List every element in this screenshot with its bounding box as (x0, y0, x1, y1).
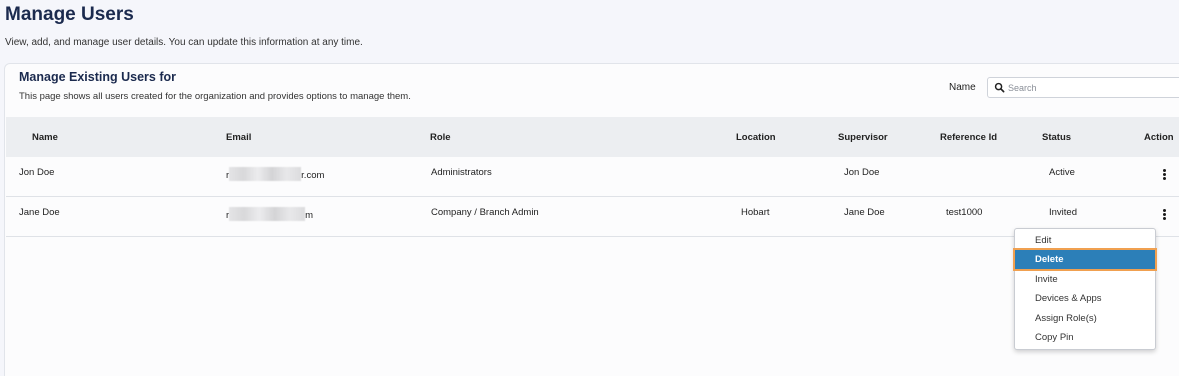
more-actions-icon[interactable] (1159, 169, 1169, 183)
search-icon (994, 82, 1005, 93)
cell-supervisor: Jon Doe (844, 167, 880, 178)
menu-item-devices-apps[interactable]: Devices & Apps (1015, 289, 1155, 308)
column-header-reference-id[interactable]: Reference Id (940, 132, 997, 143)
email-suffix: r.com (301, 170, 325, 181)
column-header-supervisor[interactable]: Supervisor (838, 132, 888, 143)
redacted-block (229, 167, 302, 181)
column-header-email[interactable]: Email (226, 132, 251, 143)
menu-item-assign-roles[interactable]: Assign Role(s) (1015, 309, 1155, 328)
cell-email: r r.com (226, 167, 324, 181)
email-suffix: m (305, 210, 314, 221)
menu-item-copy-pin[interactable]: Copy Pin (1015, 328, 1155, 347)
column-header-role[interactable]: Role (430, 132, 451, 143)
cell-name: Jane Doe (19, 207, 60, 218)
cell-name: Jon Doe (19, 167, 55, 178)
users-card: Manage Existing Users for This page show… (4, 63, 1179, 376)
cell-location: Hobart (741, 207, 770, 218)
card-description: This page shows all users created for th… (19, 91, 411, 102)
redacted-block (229, 207, 306, 221)
card-title: Manage Existing Users for (19, 70, 176, 84)
cell-role: Company / Branch Admin (431, 207, 539, 218)
column-header-action: Action (1144, 132, 1174, 143)
column-header-name[interactable]: Name (32, 132, 58, 143)
menu-item-delete[interactable]: Delete (1013, 248, 1157, 271)
more-actions-icon[interactable] (1159, 209, 1169, 223)
table-row: Jane Doe rm Company / Branch Admin Hobar… (6, 197, 1179, 237)
action-menu: Edit Delete Invite Devices & Apps Assign… (1013, 228, 1157, 350)
column-header-location[interactable]: Location (736, 132, 776, 143)
table-header: Name Email Role Location Supervisor Refe… (6, 117, 1179, 157)
page-title: Manage Users (5, 4, 134, 25)
column-header-status[interactable]: Status (1042, 132, 1071, 143)
search-label: Name (949, 82, 976, 93)
cell-status: Invited (1049, 207, 1077, 218)
menu-item-invite[interactable]: Invite (1015, 270, 1155, 289)
page-subtitle: View, add, and manage user details. You … (5, 37, 363, 48)
cell-role: Administrators (431, 167, 492, 178)
cell-supervisor: Jane Doe (844, 207, 885, 218)
search-box[interactable] (987, 77, 1179, 98)
cell-reference-id: test1000 (946, 207, 983, 218)
table-row: Jon Doe r r.com Administrators Jon Doe Ac… (6, 157, 1179, 197)
cell-email: rm (226, 207, 313, 221)
search-input[interactable] (1008, 79, 1178, 96)
cell-status: Active (1049, 167, 1075, 178)
menu-item-edit[interactable]: Edit (1015, 231, 1155, 250)
